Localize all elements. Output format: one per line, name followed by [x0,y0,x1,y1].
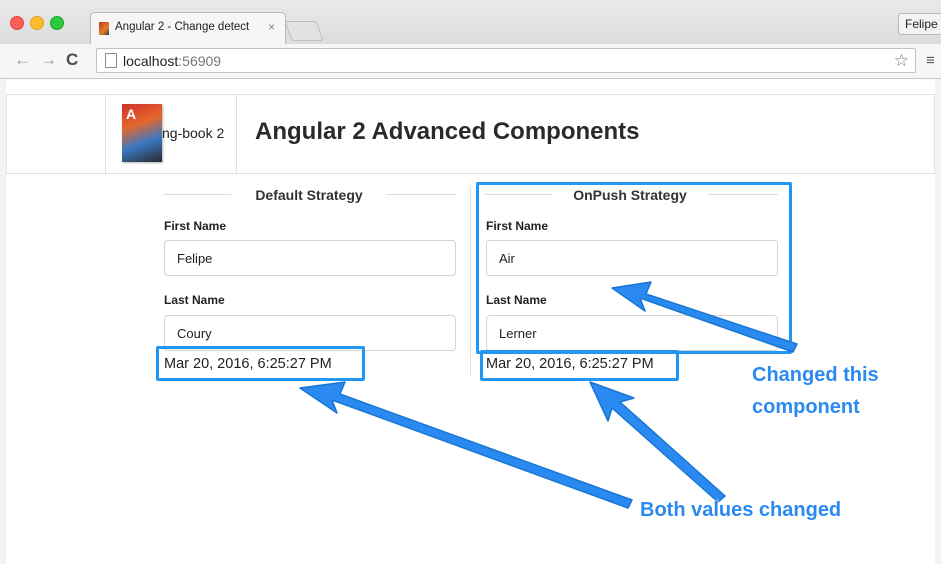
browser-tab[interactable]: Angular 2 - Change detect × [90,12,286,44]
default-timestamp-highlight [156,346,365,381]
book-letter: A [126,106,137,122]
default-last-name-label: Last Name [164,293,225,307]
legend-rule-right [386,194,456,195]
page-gutter-right [935,79,941,564]
onpush-timestamp-highlight [480,350,679,381]
ng-book-cover-logo: A [122,104,162,162]
window-close-button[interactable] [10,16,24,30]
app-header: A ng-book 2 Angular 2 Advanced Component… [6,94,935,174]
brand-text: ng-book 2 [162,125,225,141]
forward-arrow-icon[interactable]: → [40,50,57,70]
brand[interactable]: A ng-book 2 [105,94,237,174]
window-minimize-button[interactable] [30,16,44,30]
arrow-to-onpush-timestamp [589,381,726,503]
changed-component-annotation-line1: Changed this [752,364,879,386]
browser-toolbar: ← → C localhost:56909 ☆ ≡ [0,44,941,79]
page-title: Angular 2 Advanced Components [255,118,640,145]
default-first-name-label: First Name [164,219,227,233]
url-text: localhost:56909 [123,53,221,69]
default-first-name-input[interactable] [164,240,456,276]
both-values-annotation: Both values changed [640,499,842,521]
url-port: :56909 [178,53,222,69]
default-strategy-legend: Default Strategy [255,187,363,203]
url-host: localhost [123,53,179,69]
column-divider [470,186,471,376]
reload-icon[interactable]: C [66,50,78,70]
bookmark-star-icon[interactable]: ☆ [894,51,909,71]
arrow-to-default-timestamp [299,381,633,509]
angular-favicon-icon [99,22,109,35]
new-tab-button[interactable] [284,21,324,41]
address-bar[interactable]: localhost:56909 ☆ [96,48,916,73]
legend-rule-left [163,194,231,195]
browser-titlebar: Angular 2 - Change detect × Felipe [0,0,941,44]
window-maximize-button[interactable] [50,16,64,30]
onpush-component-highlight [476,182,792,354]
tab-close-icon[interactable]: × [268,20,275,34]
profile-button[interactable]: Felipe [898,13,941,35]
changed-component-annotation-line2: component [752,396,860,418]
menu-icon[interactable]: ≡ [926,52,935,69]
page-icon [105,53,117,68]
back-arrow-icon[interactable]: ← [14,50,31,70]
tab-title: Angular 2 - Change detect [115,21,250,33]
